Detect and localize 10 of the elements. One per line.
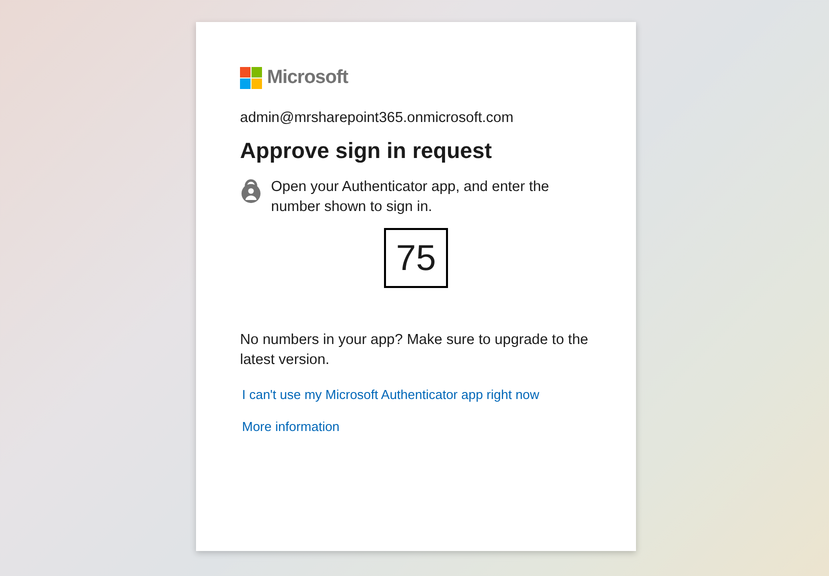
help-link[interactable]: I can't use my Microsoft Authenticator app right now — [242, 387, 540, 402]
brand-name: Microsoft — [267, 67, 348, 89]
instruction-text: Open your Authenticator app, and enter the number shown to sign in. — [271, 178, 550, 217]
page-title: Approve sign in request — [240, 138, 493, 164]
logo-icon — [240, 67, 262, 89]
help-link[interactable]: More information — [242, 419, 340, 434]
lock-icon — [240, 179, 262, 203]
account-email: admin@mrsharepoint365.onmicrosoft.com — [240, 110, 514, 126]
verification-number: 75 — [384, 228, 448, 288]
upgrade-note: No numbers in your app? Make sure to upgrade to the latest version. — [240, 331, 590, 370]
